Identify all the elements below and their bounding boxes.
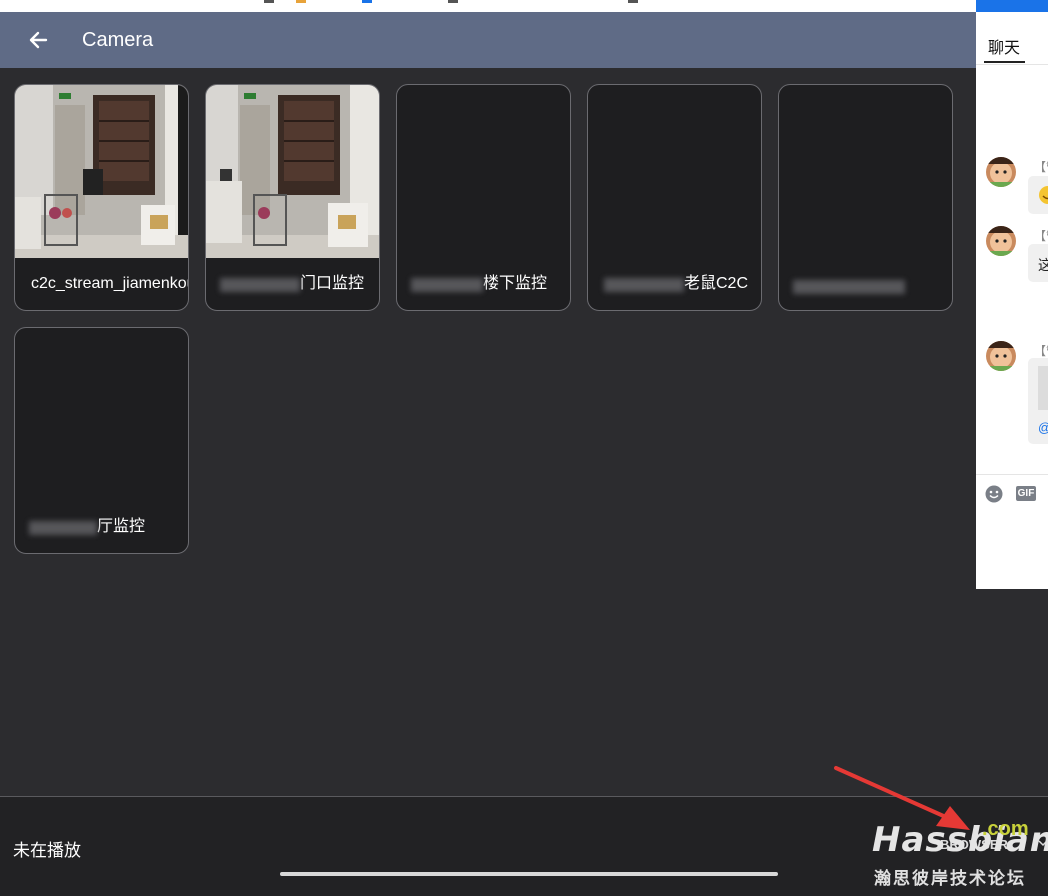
chat-sender-tag: 【管: [1034, 344, 1048, 358]
emoji-picker-icon[interactable]: [985, 485, 1003, 503]
image-placeholder: [1038, 366, 1048, 410]
chat-sender-tag: 【管: [1034, 229, 1048, 243]
mention-link[interactable]: @: [1038, 420, 1048, 435]
redacted-text: [29, 521, 97, 535]
tab-chat[interactable]: 聊天: [988, 34, 1020, 58]
divider: [976, 474, 1048, 475]
strip-fragment: [296, 0, 306, 3]
chat-panel: 聊天 【管 【管 这 【管 @ GIF: [976, 0, 1048, 589]
strip-fragment: [362, 0, 372, 3]
emoji-icon: [1039, 186, 1048, 204]
strip-fragment: [264, 0, 274, 3]
avatar: [986, 157, 1016, 187]
camera-card[interactable]: c2c_stream_jiamenkou: [14, 84, 189, 311]
strip-fragment: [628, 0, 638, 3]
app-header: Camera: [0, 12, 1048, 68]
page-title: Camera: [82, 29, 154, 51]
redacted-text: [220, 278, 300, 292]
camera-snapshot: [15, 85, 188, 258]
now-playing-status: 未在播放: [13, 841, 81, 860]
chat-sender-tag: 【管: [1034, 160, 1048, 174]
camera-name: c2c_stream_jiamenkou: [31, 275, 189, 292]
camera-name: 厅监控: [97, 518, 146, 535]
chat-panel-topbar: [976, 0, 1048, 12]
watermark-logo: Hassbian .com 瀚思彼岸技术论坛: [872, 818, 1048, 888]
avatar: [986, 341, 1016, 371]
camera-name: 门口监控: [300, 275, 365, 292]
chat-message: [1028, 176, 1048, 214]
browser-top-strip: [0, 0, 1048, 12]
divider: [976, 64, 1048, 65]
camera-card[interactable]: 厅监控: [14, 327, 189, 554]
back-arrow-icon[interactable]: [24, 28, 52, 52]
camera-card[interactable]: 门口监控: [205, 84, 380, 311]
camera-name: 老鼠C2C: [684, 275, 749, 292]
redacted-text: [793, 280, 905, 294]
tab-underline: [984, 61, 1025, 63]
camera-card[interactable]: 老鼠C2C: [587, 84, 762, 311]
scrollbar[interactable]: [280, 872, 778, 876]
avatar: [986, 226, 1016, 256]
camera-card[interactable]: 楼下监控: [396, 84, 571, 311]
chat-message: @: [1028, 358, 1048, 444]
gif-button[interactable]: GIF: [1016, 486, 1036, 501]
watermark-tld: .com: [982, 818, 1029, 840]
redacted-text: [411, 278, 483, 292]
redacted-text: [604, 278, 684, 292]
strip-fragment: [448, 0, 458, 3]
camera-name: 楼下监控: [483, 275, 548, 292]
camera-card[interactable]: [778, 84, 953, 311]
chat-message: 这: [1028, 244, 1048, 282]
watermark-tagline: 瀚思彼岸技术论坛: [874, 869, 1026, 888]
camera-snapshot: [206, 85, 379, 258]
